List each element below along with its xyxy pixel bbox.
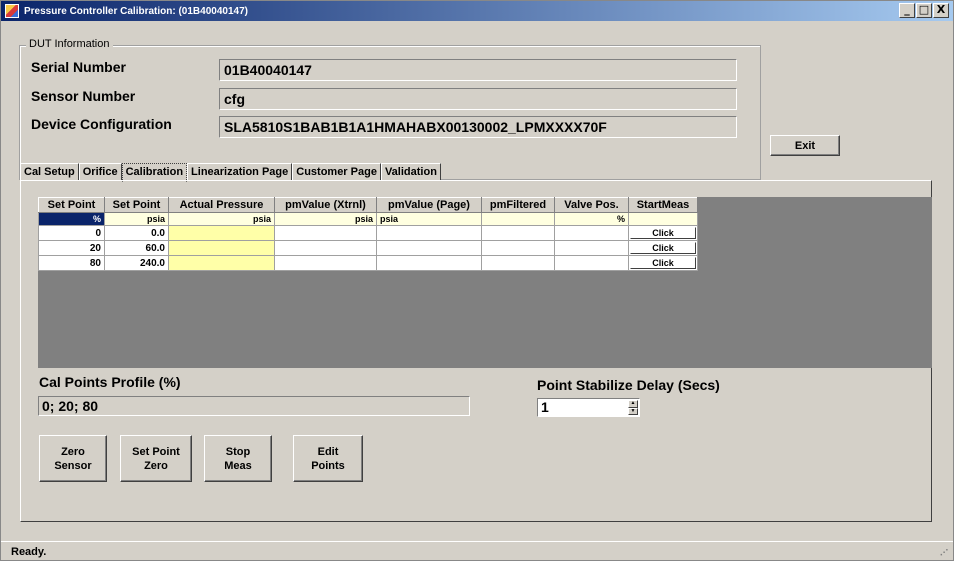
- header-row: Set Point Set Point Actual Pressure pmVa…: [38, 197, 698, 213]
- table-row: 0 0.0 Click: [38, 225, 698, 241]
- startmeas-cell: Click: [628, 240, 698, 256]
- col-header-startmeas[interactable]: StartMeas: [628, 197, 698, 213]
- unit-cell[interactable]: psia: [274, 212, 377, 226]
- title-bar: Pressure Controller Calibration: (01B400…: [1, 1, 953, 21]
- col-header-set-point-psia[interactable]: Set Point: [104, 197, 169, 213]
- minimize-button[interactable]: _: [899, 3, 915, 18]
- pmvalue-xtrnl-cell[interactable]: [274, 225, 377, 241]
- device-configuration-field[interactable]: SLA5810S1BAB1B1A1HMAHABX00130002_LPMXXXX…: [219, 116, 737, 138]
- app-icon: [5, 4, 19, 18]
- start-meas-button[interactable]: Click: [630, 257, 696, 269]
- valve-pos-cell[interactable]: [554, 225, 629, 241]
- status-text: Ready.: [11, 546, 47, 558]
- window-title: Pressure Controller Calibration: (01B400…: [24, 5, 248, 17]
- unit-cell[interactable]: psia: [376, 212, 482, 226]
- unit-cell[interactable]: %: [38, 212, 105, 226]
- stabilize-delay-spinner[interactable]: 1 ▲ ▼: [537, 398, 640, 417]
- col-header-pmvalue-page[interactable]: pmValue (Page): [376, 197, 482, 213]
- cal-points-profile-field[interactable]: 0; 20; 80: [38, 396, 470, 416]
- actual-pressure-cell[interactable]: [168, 225, 275, 241]
- col-header-valve-pos[interactable]: Valve Pos.: [554, 197, 629, 213]
- pmvalue-page-cell[interactable]: [376, 255, 482, 271]
- pmfiltered-cell[interactable]: [481, 225, 555, 241]
- device-configuration-label: Device Configuration: [31, 116, 172, 132]
- tab-orifice[interactable]: Orifice: [78, 163, 122, 181]
- set-point-psia-cell[interactable]: 0.0: [104, 225, 169, 241]
- pmvalue-page-cell[interactable]: [376, 225, 482, 241]
- set-point-pct-cell[interactable]: 80: [38, 255, 105, 271]
- cal-points-profile-label: Cal Points Profile (%): [39, 374, 181, 390]
- main-window: Pressure Controller Calibration: (01B400…: [0, 0, 954, 561]
- dut-information-legend: DUT Information: [26, 38, 113, 50]
- startmeas-cell: Click: [628, 225, 698, 241]
- unit-cell[interactable]: %: [554, 212, 629, 226]
- tab-linearization-page[interactable]: Linearization Page: [187, 163, 293, 181]
- status-bar: Ready. ⋰: [1, 541, 953, 561]
- tab-customer-page[interactable]: Customer Page: [292, 163, 381, 181]
- unit-cell[interactable]: [481, 212, 555, 226]
- spin-up-icon[interactable]: ▲: [628, 400, 638, 408]
- tab-validation[interactable]: Validation: [380, 163, 441, 181]
- valve-pos-cell[interactable]: [554, 240, 629, 256]
- serial-number-label: Serial Number: [31, 59, 126, 75]
- start-meas-button[interactable]: Click: [630, 242, 696, 254]
- unit-cell[interactable]: [628, 212, 698, 226]
- spin-down-icon[interactable]: ▼: [628, 407, 638, 415]
- tab-cal-setup[interactable]: Cal Setup: [20, 163, 79, 181]
- set-point-pct-cell[interactable]: 0: [38, 225, 105, 241]
- units-row: % psia psia psia psia %: [38, 212, 698, 226]
- set-point-zero-button[interactable]: Set Point Zero: [120, 435, 192, 482]
- actual-pressure-cell[interactable]: [168, 255, 275, 271]
- col-header-set-point-pct[interactable]: Set Point: [38, 197, 105, 213]
- sensor-number-label: Sensor Number: [31, 88, 136, 104]
- zero-sensor-button[interactable]: Zero Sensor: [39, 435, 107, 482]
- col-header-actual-pressure[interactable]: Actual Pressure: [168, 197, 275, 213]
- resize-grip-icon[interactable]: ⋰: [940, 548, 950, 558]
- valve-pos-cell[interactable]: [554, 255, 629, 271]
- close-button[interactable]: X: [933, 3, 949, 18]
- calibration-grid[interactable]: Set Point Set Point Actual Pressure pmVa…: [38, 197, 932, 368]
- exit-button[interactable]: Exit: [770, 135, 840, 156]
- col-header-pmvalue-xtrnl[interactable]: pmValue (Xtrnl): [274, 197, 377, 213]
- edit-points-button[interactable]: Edit Points: [293, 435, 363, 482]
- startmeas-cell: Click: [628, 255, 698, 271]
- pmfiltered-cell[interactable]: [481, 240, 555, 256]
- stop-meas-button[interactable]: Stop Meas: [204, 435, 272, 482]
- sensor-number-field[interactable]: cfg: [219, 88, 737, 110]
- table-row: 80 240.0 Click: [38, 255, 698, 271]
- stabilize-delay-value[interactable]: 1: [541, 399, 549, 415]
- start-meas-button[interactable]: Click: [630, 227, 696, 239]
- unit-cell[interactable]: psia: [168, 212, 275, 226]
- col-header-pmfiltered[interactable]: pmFiltered: [481, 197, 555, 213]
- pmvalue-xtrnl-cell[interactable]: [274, 255, 377, 271]
- tab-strip: Cal Setup Orifice Calibration Linearizat…: [20, 163, 441, 182]
- set-point-psia-cell[interactable]: 60.0: [104, 240, 169, 256]
- maximize-button[interactable]: □: [916, 3, 932, 18]
- pmvalue-page-cell[interactable]: [376, 240, 482, 256]
- unit-cell[interactable]: psia: [104, 212, 169, 226]
- stabilize-delay-label: Point Stabilize Delay (Secs): [537, 377, 720, 393]
- set-point-pct-cell[interactable]: 20: [38, 240, 105, 256]
- serial-number-field[interactable]: 01B40040147: [219, 59, 737, 81]
- table-row: 20 60.0 Click: [38, 240, 698, 256]
- pmvalue-xtrnl-cell[interactable]: [274, 240, 377, 256]
- set-point-psia-cell[interactable]: 240.0: [104, 255, 169, 271]
- actual-pressure-cell[interactable]: [168, 240, 275, 256]
- pmfiltered-cell[interactable]: [481, 255, 555, 271]
- calibration-table: Set Point Set Point Actual Pressure pmVa…: [38, 197, 698, 271]
